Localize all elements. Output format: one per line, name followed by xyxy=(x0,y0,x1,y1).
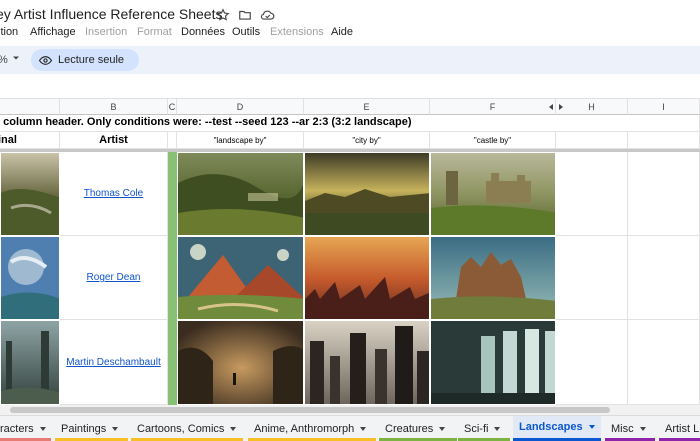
menu-insertion[interactable]: Insertion xyxy=(85,26,127,38)
tab-label: Paintings xyxy=(61,422,107,435)
column-header-h[interactable]: H xyxy=(556,99,628,115)
city-image-row-1[interactable] xyxy=(304,152,430,236)
empty-cell-i-row-2[interactable] xyxy=(628,236,700,320)
chevron-down-icon[interactable] xyxy=(588,425,595,429)
chevron-down-icon[interactable] xyxy=(360,426,367,431)
document-title[interactable]: ey Artist Influence Reference Sheets xyxy=(0,6,222,22)
chevron-down-icon[interactable] xyxy=(494,426,501,431)
note-row[interactable]: e column header. Only conditions were: -… xyxy=(0,115,700,132)
horizontal-scrollbar-thumb[interactable] xyxy=(10,407,610,413)
toolbar: % Lecture seule xyxy=(0,46,700,74)
tab-label: Creatures xyxy=(385,422,434,435)
empty-cell-i-row-1[interactable] xyxy=(628,152,700,236)
menu-donnees[interactable]: Données xyxy=(181,26,225,38)
eye-icon xyxy=(39,55,52,65)
sheet-tabs-bar: racters Paintings Cartoons, Comics Anime… xyxy=(0,415,700,441)
chevron-down-icon[interactable] xyxy=(11,53,21,63)
menu-format[interactable]: Format xyxy=(137,26,172,38)
landscape-image-row-2[interactable] xyxy=(177,236,304,320)
star-icon[interactable] xyxy=(215,7,231,23)
column-c-color-strip xyxy=(168,152,177,405)
folder-move-icon[interactable] xyxy=(237,7,253,23)
castle-image-row-1[interactable] xyxy=(430,152,556,236)
tab-anime-anthromorph[interactable]: Anime, Anthromorph xyxy=(248,416,376,441)
empty-cell-i-row-3[interactable] xyxy=(628,320,700,405)
header-castle[interactable]: "castle by" xyxy=(430,132,556,149)
header-landscape[interactable]: "landscape by" xyxy=(177,132,304,149)
tab-artist-list[interactable]: Artist L xyxy=(659,416,700,441)
landscape-image-row-3[interactable] xyxy=(177,320,304,405)
tab-label: racters xyxy=(0,422,34,435)
tab-sci-fi[interactable]: Sci-fi xyxy=(458,416,510,441)
horizontal-scrollbar[interactable] xyxy=(0,405,700,415)
header-i[interactable] xyxy=(628,132,700,149)
city-image-row-2[interactable] xyxy=(304,236,430,320)
tab-label: Misc xyxy=(611,422,634,435)
artist-link-row-1[interactable]: Thomas Cole xyxy=(60,152,168,236)
header-h[interactable] xyxy=(556,132,628,149)
original-image-row-2[interactable] xyxy=(0,236,60,320)
formula-bar[interactable] xyxy=(0,74,700,99)
chevron-down-icon[interactable] xyxy=(639,426,646,431)
column-header-i[interactable]: I xyxy=(628,99,700,115)
column-header-b[interactable]: B xyxy=(60,99,168,115)
original-image-row-1[interactable] xyxy=(0,152,60,236)
original-image-row-3[interactable] xyxy=(0,320,60,405)
tab-characters[interactable]: racters xyxy=(0,416,51,441)
note-text: e column header. Only conditions were: -… xyxy=(0,116,412,128)
tab-label: Anime, Anthromorph xyxy=(254,422,355,435)
header-city[interactable]: "city by" xyxy=(304,132,430,149)
tab-label: Artist L xyxy=(665,422,700,435)
header-c[interactable] xyxy=(168,132,177,149)
artist-link-row-3[interactable]: Martin Deschambault xyxy=(60,320,168,405)
landscape-image-row-1[interactable] xyxy=(177,152,304,236)
hidden-column-left-arrow-icon[interactable] xyxy=(549,104,553,110)
readonly-button[interactable]: Lecture seule xyxy=(31,49,139,71)
column-header-a[interactable] xyxy=(0,99,60,115)
spreadsheet-app: ey Artist Influence Reference Sheets iti… xyxy=(0,0,700,441)
chevron-down-icon[interactable] xyxy=(39,426,46,431)
empty-cell-h-row-3[interactable] xyxy=(556,320,628,405)
column-header-d[interactable]: D xyxy=(177,99,304,115)
tab-landscapes[interactable]: Landscapes xyxy=(513,416,601,441)
sheet-grid: B C D E F H I e column header. Only cond… xyxy=(0,99,700,405)
tab-label: Sci-fi xyxy=(464,422,489,435)
castle-image-row-3[interactable] xyxy=(430,320,556,405)
header-artist[interactable]: Artist xyxy=(60,132,168,149)
chevron-down-icon[interactable] xyxy=(439,426,446,431)
menu-extensions[interactable]: Extensions xyxy=(270,26,324,38)
menu-outils[interactable]: Outils xyxy=(232,26,260,38)
column-header-e[interactable]: E xyxy=(304,99,430,115)
empty-cell-h-row-1[interactable] xyxy=(556,152,628,236)
column-header-c[interactable]: C xyxy=(168,99,177,115)
menu-affichage[interactable]: Affichage xyxy=(30,26,76,38)
column-header-f[interactable]: F xyxy=(430,99,556,115)
menu-edition[interactable]: ition xyxy=(0,26,18,38)
zoom-level[interactable]: % xyxy=(0,54,8,66)
empty-cell-h-row-2[interactable] xyxy=(556,236,628,320)
menu-aide[interactable]: Aide xyxy=(331,26,353,38)
artist-link-row-2[interactable]: Roger Dean xyxy=(60,236,168,320)
chevron-down-icon[interactable] xyxy=(230,426,237,431)
tab-cartoons-comics[interactable]: Cartoons, Comics xyxy=(131,416,243,441)
castle-image-row-2[interactable] xyxy=(430,236,556,320)
readonly-label: Lecture seule xyxy=(58,54,125,66)
tab-label: Cartoons, Comics xyxy=(137,422,225,435)
chevron-down-icon[interactable] xyxy=(112,426,119,431)
tab-paintings[interactable]: Paintings xyxy=(55,416,128,441)
hidden-column-right-arrow-icon[interactable] xyxy=(559,104,563,110)
header-original[interactable]: inal xyxy=(0,132,60,149)
cloud-status-icon[interactable] xyxy=(259,7,275,23)
tab-misc[interactable]: Misc xyxy=(605,416,655,441)
menu-bar: ition Affichage Insertion Format Données… xyxy=(0,24,700,42)
tab-label: Landscapes xyxy=(519,421,583,433)
city-image-row-3[interactable] xyxy=(304,320,430,405)
tab-creatures[interactable]: Creatures xyxy=(379,416,457,441)
